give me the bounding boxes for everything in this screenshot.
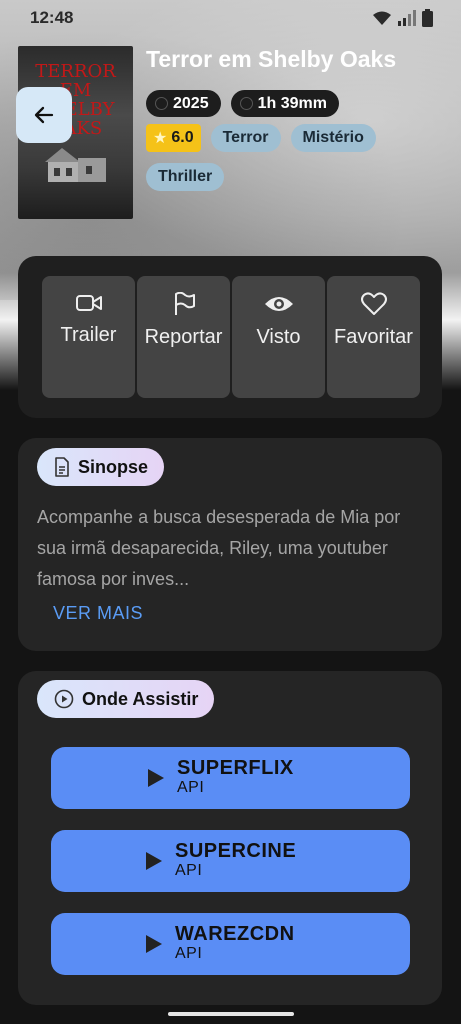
movie-title: Terror em Shelby Oaks <box>146 46 397 72</box>
see-more-link[interactable]: VER MAIS <box>53 603 143 624</box>
trailer-label: Trailer <box>60 324 117 346</box>
provider-sub: API <box>175 862 203 879</box>
synopsis-heading: Sinopse <box>78 456 149 477</box>
provider-text: WAREZCDN API <box>175 923 295 963</box>
provider-name: WAREZCDN <box>175 923 295 945</box>
status-time: 12:48 <box>30 8 74 27</box>
provider-sub: API <box>177 779 205 796</box>
report-button[interactable]: Reportar <box>137 276 230 398</box>
provider-text: SUPERCINE API <box>175 840 296 880</box>
signal-icon <box>398 10 416 26</box>
clock-icon <box>239 97 253 110</box>
genre-chip[interactable]: Thriller <box>146 163 225 191</box>
genre-chip[interactable]: Terror <box>210 124 281 152</box>
status-bar: 12:48 <box>0 0 461 36</box>
poster-house-image <box>45 148 106 182</box>
duration-chip: 1h 39mm <box>230 90 339 117</box>
play-icon <box>146 852 162 870</box>
synopsis-card: Sinopse Acompanhe a busca desesperada de… <box>18 438 442 651</box>
heart-icon <box>360 292 387 315</box>
rating-chip: ★ 6.0 <box>146 124 201 152</box>
where-to-watch-heading-pill: Onde Assistir <box>37 680 215 718</box>
year-value: 2025 <box>173 94 209 112</box>
synopsis-text: Acompanhe a busca desesperada de Mia por… <box>37 507 401 589</box>
watched-button[interactable]: Visto <box>232 276 325 398</box>
provider-button-superflix[interactable]: SUPERFLIX API <box>51 747 410 809</box>
meta-chip-row: 2025 1h 39mm <box>146 90 339 117</box>
play-icon <box>146 935 162 953</box>
calendar-icon <box>155 97 168 110</box>
wifi-icon <box>373 11 391 25</box>
synopsis-heading-pill: Sinopse <box>37 448 165 486</box>
document-icon <box>55 457 69 477</box>
duration-value: 1h 39mm <box>257 94 327 112</box>
status-icons <box>372 9 433 27</box>
provider-button-warezcdn[interactable]: WAREZCDN API <box>51 913 410 975</box>
report-label: Reportar <box>144 326 223 348</box>
flag-icon <box>174 292 195 315</box>
where-to-watch-card: Onde Assistir SUPERFLIX API SUPERCINE AP… <box>18 671 442 1005</box>
rating-value: 6.0 <box>171 129 194 146</box>
eye-icon <box>264 297 293 311</box>
play-circle-icon <box>54 689 74 709</box>
provider-sub: API <box>175 945 203 962</box>
genre-chip-row-1: ★ 6.0 Terror Mistério <box>146 124 376 152</box>
provider-name: SUPERFLIX <box>177 757 294 779</box>
provider-name: SUPERCINE <box>175 840 297 862</box>
provider-text: SUPERFLIX API <box>177 757 294 797</box>
video-icon <box>75 295 102 311</box>
action-grid: Trailer Reportar Visto Favoritar <box>42 276 420 398</box>
genre-chip-row-2: Thriller <box>146 163 225 191</box>
genre-chip[interactable]: Mistério <box>290 124 376 152</box>
arrow-left-icon <box>34 106 54 124</box>
provider-button-supercine[interactable]: SUPERCINE API <box>51 830 410 892</box>
where-to-watch-heading: Onde Assistir <box>82 688 199 709</box>
action-card: Trailer Reportar Visto Favoritar <box>18 256 442 418</box>
watched-label: Visto <box>256 326 301 348</box>
play-icon <box>148 769 164 787</box>
favorite-button[interactable]: Favoritar <box>327 276 420 398</box>
trailer-button[interactable]: Trailer <box>42 276 135 398</box>
year-chip: 2025 <box>146 90 221 117</box>
favorite-label: Favoritar <box>334 326 413 348</box>
battery-icon <box>422 9 433 27</box>
star-icon: ★ <box>153 130 168 147</box>
home-indicator[interactable] <box>168 1012 294 1016</box>
back-button[interactable] <box>16 87 72 143</box>
